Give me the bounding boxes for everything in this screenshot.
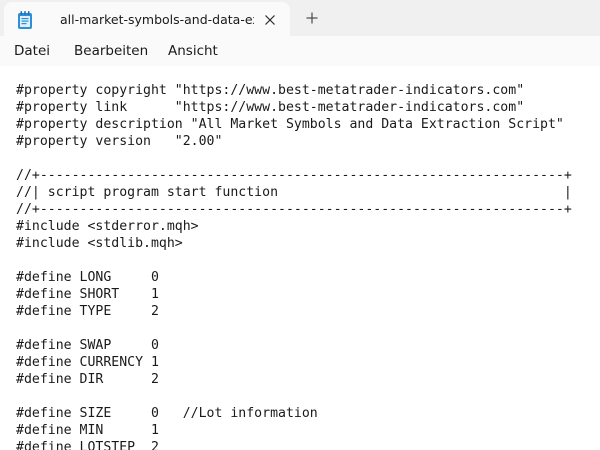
menu-item-datei[interactable]: Datei [14,42,50,60]
tab-active-file[interactable]: all-market-symbols-and-data-extraction-s… [4,2,290,36]
text-editor[interactable]: #property copyright "https://www.best-me… [0,66,600,450]
notepad-icon [16,10,34,30]
menu-bar: Datei Bearbeiten Ansicht [0,36,600,66]
title-bar: all-market-symbols-and-data-extraction-s… [0,0,600,36]
code-line: //+-------------------------------------… [16,202,572,217]
code-line: #define LONG 0 [16,270,159,285]
code-line: #property description "All Market Symbol… [16,117,564,132]
code-line: #define DIR 2 [16,372,159,387]
code-line: #property version "2.00" [16,134,223,149]
code-line: #define CURRENCY 1 [16,355,159,370]
code-line: #define LOTSTEP 2 [16,440,159,450]
plus-icon[interactable] [302,8,322,28]
code-line: #property copyright "https://www.best-me… [16,83,525,98]
code-line: //+-------------------------------------… [16,168,572,183]
code-line: #define SIZE 0 //Lot information [16,406,318,421]
code-line: #define TYPE 2 [16,304,159,319]
close-icon[interactable] [260,10,280,30]
code-line: #include <stdlib.mqh> [16,236,183,251]
code-line: #include <stderror.mqh> [16,219,199,234]
code-line: #property link "https://www.best-metatra… [16,100,525,115]
code-line: #define MIN 1 [16,423,159,438]
code-line: #define SHORT 1 [16,287,159,302]
menu-item-bearbeiten[interactable]: Bearbeiten [74,42,148,60]
code-line: #define SWAP 0 [16,338,159,353]
code-line: //| script program start function | [16,185,572,200]
tab-title: all-market-symbols-and-data-extraction-s… [60,12,254,27]
menu-item-ansicht[interactable]: Ansicht [168,42,218,60]
